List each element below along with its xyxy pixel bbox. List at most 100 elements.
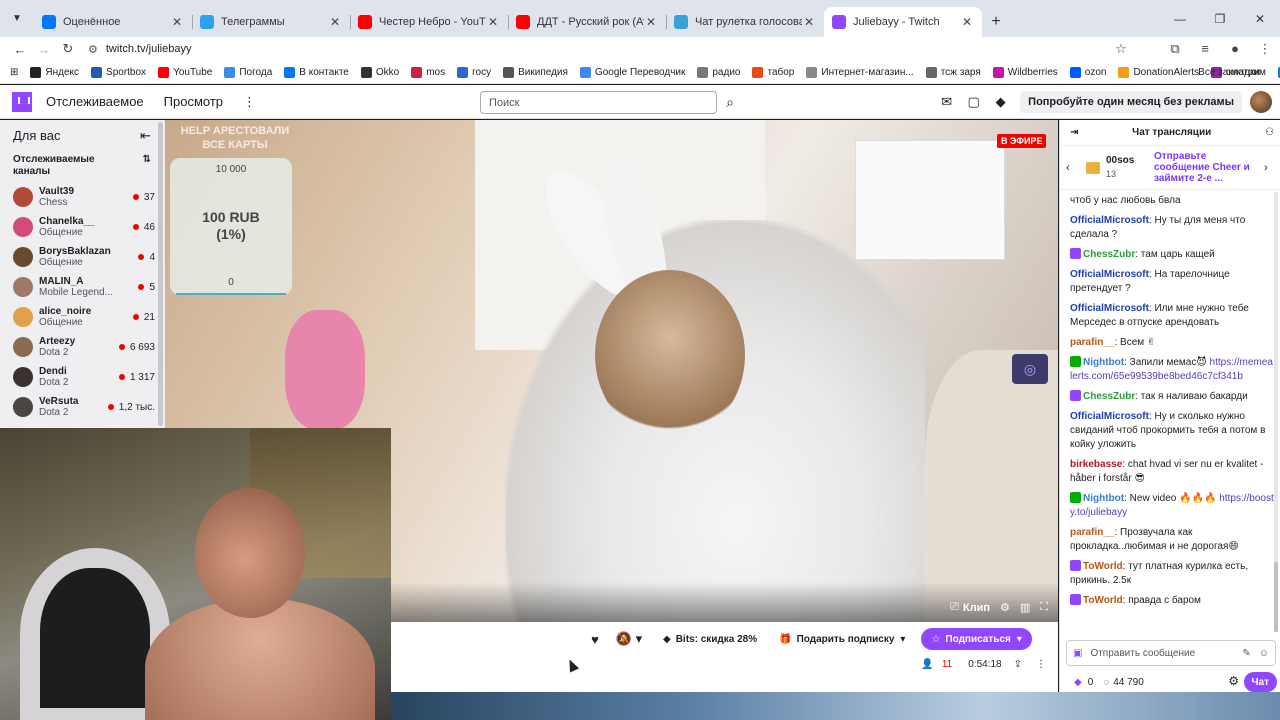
new-tab-button[interactable]: + xyxy=(982,7,1010,37)
sidebar-channel[interactable]: VeRsuta Dota 2 1,2 тыс. xyxy=(0,392,165,422)
chat-username[interactable]: ToWorld xyxy=(1083,561,1123,572)
bookmark-item[interactable]: Sportbox xyxy=(91,66,146,78)
sidebar-channel[interactable]: MALIN_A Mobile Legend... 5 xyxy=(0,272,165,302)
browser-tab[interactable]: Оценённое ✕ xyxy=(34,7,192,37)
chat-send-button[interactable]: Чат xyxy=(1243,672,1277,692)
theatre-mode-icon[interactable]: ▥ xyxy=(1020,601,1030,614)
bits-discount-button[interactable]: ◆ Bits: скидка 28% xyxy=(655,628,765,650)
browser-tab[interactable]: Juliebayy - Twitch ✕ xyxy=(824,7,982,37)
nav-browse[interactable]: Просмотр xyxy=(164,94,223,109)
cheer-prompt[interactable]: Отправьте сообщение Cheer и займите 2-е … xyxy=(1154,151,1264,184)
bookmark-item[interactable]: тсж заря xyxy=(925,66,981,78)
subscribe-button[interactable]: ☆ Подписаться ▾ xyxy=(921,628,1032,650)
close-tab-icon[interactable]: ✕ xyxy=(486,15,500,29)
chat-scrollbar[interactable] xyxy=(1274,192,1278,632)
fullscreen-icon[interactable]: ⛶ xyxy=(1040,601,1048,614)
browser-tab[interactable]: Честер Небро - YouTube✕ xyxy=(350,7,508,37)
cheer-icon[interactable]: ✎ xyxy=(1242,648,1250,659)
chat-settings-icon[interactable]: ⚙ xyxy=(1228,674,1239,688)
bookmark-item[interactable]: Яндекс xyxy=(30,66,79,78)
url-input[interactable]: ⚙ twitch.tv/juliebayy xyxy=(88,39,1106,59)
sidebar-channel[interactable]: Vault39 Chess 37 xyxy=(0,182,165,212)
clip-button[interactable]: Клип xyxy=(963,602,990,614)
browser-tab[interactable]: ДДТ - Русский рок (Аудио) - Y✕ xyxy=(508,7,666,37)
gift-sub-button[interactable]: 🎁 Подарить подписку ▾ xyxy=(771,628,913,650)
more-icon[interactable]: ⋮ xyxy=(243,94,256,110)
bookmark-item[interactable]: Погода xyxy=(224,66,272,78)
bits-icon[interactable]: ◆ xyxy=(1074,677,1082,688)
chat-badge-icon[interactable] xyxy=(1070,594,1081,605)
close-tab-icon[interactable]: ✕ xyxy=(644,15,658,29)
bookmark-item[interactable]: госу xyxy=(457,66,491,78)
clip-icon[interactable]: ⎚ xyxy=(950,601,959,614)
search-icon[interactable]: ⌕ xyxy=(719,91,741,114)
chat-username[interactable]: OfficialMicrosoft xyxy=(1070,303,1149,314)
sidebar-channel[interactable]: Arteezy Dota 2 6 693 xyxy=(0,332,165,362)
bookmark-item[interactable]: Okko xyxy=(360,66,399,78)
bookmark-item[interactable]: Интернет-магазин... xyxy=(806,66,914,78)
notifications-bell-icon[interactable]: 🔕 ▾ xyxy=(609,628,649,650)
chat-badge-icon[interactable] xyxy=(1070,248,1081,259)
site-info-icon[interactable]: ⚙ xyxy=(88,43,98,56)
bookmark-item[interactable]: YouTube xyxy=(158,66,212,78)
search-input[interactable]: Поиск xyxy=(480,91,717,114)
chat-username[interactable]: OfficialMicrosoft xyxy=(1070,269,1149,280)
collapse-sidebar-icon[interactable]: ⇤ xyxy=(140,128,151,144)
sort-icon[interactable]: ⇅ xyxy=(143,154,151,178)
bookmark-item[interactable]: радио xyxy=(697,66,740,78)
share-icon[interactable]: ⇪ xyxy=(1014,659,1022,670)
next-arrow-icon[interactable]: › xyxy=(1264,162,1276,174)
chat-username[interactable]: Nightbot xyxy=(1083,493,1124,504)
chat-badge-icon[interactable]: ▣ xyxy=(1073,648,1082,659)
nav-following[interactable]: Отслеживаемое xyxy=(46,94,144,109)
chat-username[interactable]: parafin__ xyxy=(1070,337,1114,348)
chat-badge-icon[interactable] xyxy=(1070,390,1081,401)
sidebar-channel[interactable]: alice_noire Общение 21 xyxy=(0,302,165,332)
forward-icon[interactable]: → xyxy=(32,42,56,57)
profile-icon[interactable]: ● xyxy=(1220,41,1250,57)
ad-free-promo-button[interactable]: Попробуйте один месяц без рекламы xyxy=(1020,91,1242,113)
browser-menu-icon[interactable]: ⋮ xyxy=(1250,41,1280,57)
extensions-icon[interactable]: ⧉ xyxy=(1160,41,1190,57)
more-options-icon[interactable]: ⋮ xyxy=(1036,659,1046,670)
chat-username[interactable]: OfficialMicrosoft xyxy=(1070,215,1149,226)
prev-arrow-icon[interactable]: ‹ xyxy=(1066,162,1078,174)
all-bookmarks[interactable]: Все закладки xyxy=(1198,67,1260,78)
collapse-chat-icon[interactable]: ⇥ xyxy=(1070,127,1078,138)
close-tab-icon[interactable]: ✕ xyxy=(802,15,816,29)
whispers-icon[interactable]: ▢ xyxy=(960,94,987,110)
bookmark-item[interactable]: табор xyxy=(752,66,794,78)
chat-username[interactable]: parafin__ xyxy=(1070,527,1114,538)
chat-badge-icon[interactable] xyxy=(1070,356,1081,367)
bookmark-item[interactable]: ozon xyxy=(1069,66,1106,78)
chat-username[interactable]: ToWorld xyxy=(1083,595,1123,606)
bookmark-item[interactable]: Wildberries xyxy=(992,66,1058,78)
sidebar-channel[interactable]: BorysBaklazan Общение 4 xyxy=(0,242,165,272)
bookmark-star-icon[interactable]: ☆ xyxy=(1106,41,1136,57)
twitch-logo-icon[interactable] xyxy=(12,91,32,112)
inbox-icon[interactable]: ✉ xyxy=(933,94,960,110)
settings-icon[interactable]: ⚙ xyxy=(1000,601,1010,614)
chat-username[interactable]: ChessZubr xyxy=(1083,391,1135,402)
channel-points-icon[interactable]: ◌ xyxy=(1103,677,1109,688)
bookmark-item[interactable]: Google Переводчик xyxy=(579,66,685,78)
sidebar-channel[interactable]: Dendi Dota 2 1 317 xyxy=(0,362,165,392)
emote-icon[interactable]: ☺ xyxy=(1259,648,1269,659)
browser-tab[interactable]: Телеграммы ✕ xyxy=(192,7,350,37)
media-icon[interactable]: ≡ xyxy=(1190,41,1220,57)
chat-input[interactable]: ▣ Отправить сообщение ✎ ☺ xyxy=(1066,640,1276,666)
sidebar-scrollbar[interactable] xyxy=(158,122,163,426)
chat-username[interactable]: birkebasse xyxy=(1070,459,1122,470)
sidebar-channel[interactable]: Chanelka__ Общение 46 xyxy=(0,212,165,242)
browser-tab[interactable]: Чат рулетка голосовая — Nek✕ xyxy=(666,7,824,37)
close-tab-icon[interactable]: ✕ xyxy=(328,15,342,29)
user-avatar[interactable] xyxy=(1250,91,1272,113)
community-icon[interactable]: ⚇ xyxy=(1265,127,1274,138)
close-tab-icon[interactable]: ✕ xyxy=(170,15,184,29)
bookmark-item[interactable]: В контакте xyxy=(284,66,349,78)
chat-username[interactable]: ChessZubr xyxy=(1083,249,1135,260)
bookmark-item[interactable]: DonationAlerts xyxy=(1118,66,1199,78)
back-icon[interactable]: ← xyxy=(8,42,32,57)
chat-username[interactable]: OfficialMicrosoft xyxy=(1070,411,1149,422)
bookmark-item[interactable]: mos xyxy=(411,66,445,78)
